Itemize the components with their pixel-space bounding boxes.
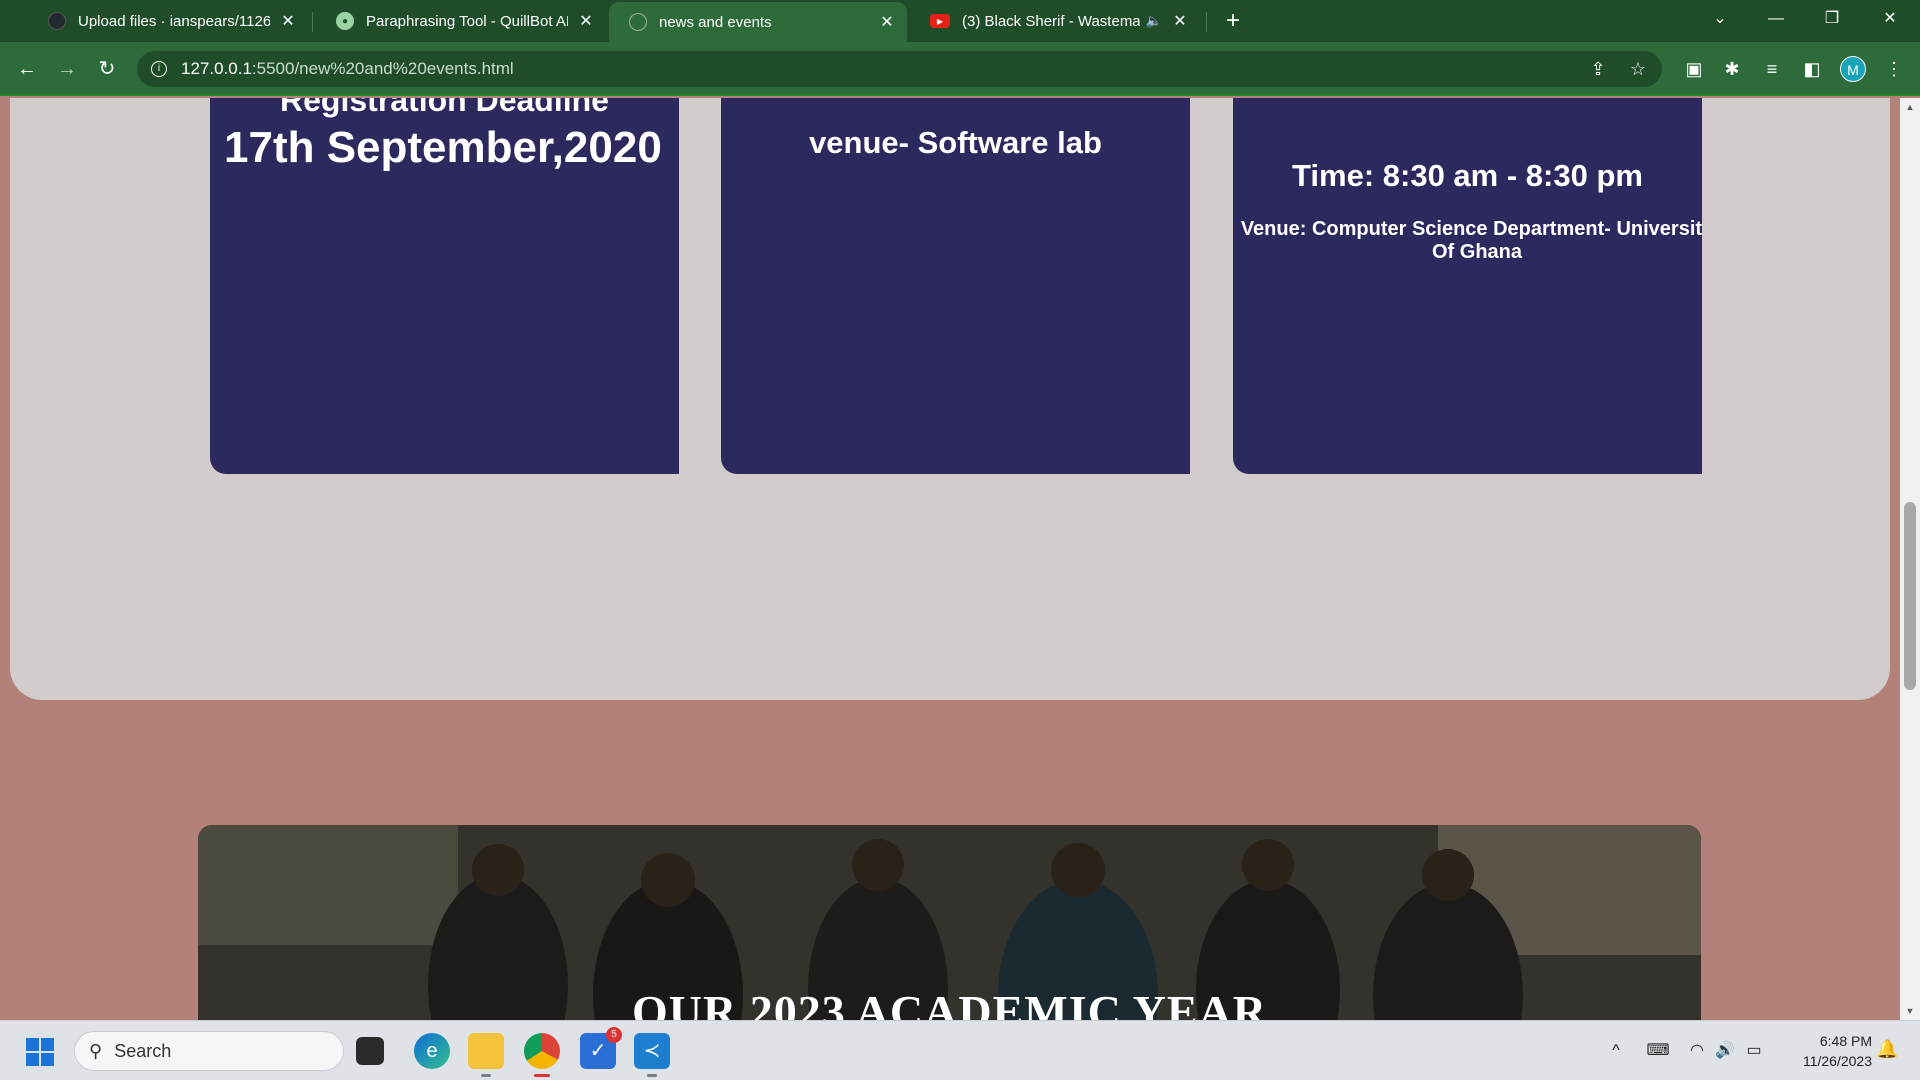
search-placeholder: Search	[114, 1040, 172, 1061]
youtube-icon: ▶	[930, 14, 950, 28]
academic-year-banner: OUR 2023 ACADEMIC YEAR	[198, 825, 1701, 1020]
tab-title: Paraphrasing Tool - QuillBot AI	[366, 12, 568, 30]
tab-news-and-events[interactable]: news and events ✕	[609, 2, 907, 42]
close-icon[interactable]: ✕	[278, 11, 298, 31]
quillbot-icon: ●	[336, 12, 354, 30]
new-tab-button[interactable]: +	[1218, 6, 1248, 36]
taskbar-search[interactable]: ⚲ Search	[74, 1031, 344, 1071]
notification-badge: 5	[606, 1027, 622, 1043]
site-info-icon[interactable]: i	[151, 61, 167, 77]
scroll-down-icon[interactable]: ▼	[1900, 1002, 1920, 1020]
tab-title: (3) Black Sherif - Wasteman	[962, 12, 1140, 30]
tab-separator	[312, 12, 313, 32]
extensions-puzzle-icon[interactable]: ✱	[1718, 55, 1746, 83]
battery-icon[interactable]: ▭	[1742, 1039, 1766, 1063]
media-control-icon[interactable]: ≡	[1758, 55, 1786, 83]
chrome-icon[interactable]	[524, 1033, 560, 1077]
url-path: :5500/new%20and%20events.html	[251, 59, 514, 78]
volume-icon[interactable]: 🔊	[1714, 1039, 1736, 1063]
events-panel: Registration Deadline 17th September,202…	[10, 98, 1890, 700]
tab-separator	[1206, 12, 1207, 32]
share-icon[interactable]: ⇪	[1585, 51, 1611, 87]
tab-title: news and events	[659, 13, 772, 31]
close-window-button[interactable]: ✕	[1862, 0, 1918, 40]
scroll-up-icon[interactable]: ▲	[1900, 98, 1920, 116]
tab-youtube[interactable]: ▶ (3) Black Sherif - Wasteman 🔈 ✕	[910, 0, 1200, 42]
venue-text: Venue: Computer Science Department- Univ…	[1240, 218, 1702, 263]
profile-avatar[interactable]: M	[1840, 56, 1866, 82]
keyboard-icon[interactable]: ⌨	[1646, 1039, 1670, 1063]
browser-tab-strip: Upload files · ianspears/1126070 ✕ ● Par…	[0, 0, 1920, 42]
restore-button[interactable]: ❐	[1804, 0, 1860, 40]
close-icon[interactable]: ✕	[576, 11, 596, 31]
taskbar-clock[interactable]: 6:48 PM 11/26/2023	[1782, 1031, 1872, 1071]
tab-search-icon[interactable]: ⌄	[1692, 0, 1748, 40]
task-view-icon[interactable]	[356, 1037, 384, 1065]
minimize-button[interactable]: —	[1748, 0, 1804, 40]
event-card-time-venue: Time: 8:30 am - 8:30 pm Venue: Computer …	[1233, 98, 1702, 474]
notification-bell-icon[interactable]: 🔔	[1876, 1039, 1898, 1060]
scrollbar-thumb[interactable]	[1904, 502, 1916, 690]
bookmark-star-icon[interactable]: ☆	[1625, 51, 1651, 87]
clock-time: 6:48 PM	[1819, 1033, 1872, 1049]
windows-start-icon[interactable]	[26, 1038, 54, 1066]
edge-icon[interactable]: e	[414, 1033, 450, 1069]
deadline-date: 17th September,2020	[224, 123, 662, 172]
forward-button[interactable]: →	[52, 54, 82, 84]
menu-kebab-icon[interactable]: ⋮	[1880, 55, 1908, 83]
time-text: Time: 8:30 am - 8:30 pm	[1292, 158, 1643, 193]
close-icon[interactable]: ✕	[1170, 11, 1190, 31]
side-panel-icon[interactable]: ◧	[1798, 55, 1826, 83]
clock-date: 11/26/2023	[1802, 1053, 1872, 1069]
browser-toolbar: ← → ↻ i 127.0.0.1:5500/new%20and%20event…	[0, 42, 1920, 96]
address-bar[interactable]: i 127.0.0.1:5500/new%20and%20events.html…	[137, 51, 1662, 87]
wifi-icon[interactable]: ◠	[1686, 1039, 1708, 1063]
globe-icon	[629, 13, 647, 31]
banner-title: OUR 2023 ACADEMIC YEAR	[632, 986, 1267, 1020]
search-icon: ⚲	[89, 1040, 103, 1061]
todo-icon[interactable]: ✓ 5	[580, 1027, 622, 1069]
reload-button[interactable]: ↻	[92, 54, 122, 84]
event-card-registration: Registration Deadline 17th September,202…	[210, 98, 679, 474]
venue-text: venue- Software lab	[809, 125, 1102, 160]
url-host: 127.0.0.1	[181, 59, 252, 78]
close-icon[interactable]: ✕	[877, 12, 897, 32]
windows-taskbar: ⚲ Search e ✓ 5 ≺ ^ ⌨ ◠ 🔊 ▭ 6:48 PM 11/26/…	[0, 1020, 1920, 1080]
show-hidden-icons-chevron[interactable]: ^	[1606, 1039, 1626, 1063]
tab-title: Upload files · ianspears/1126070	[78, 12, 270, 30]
github-icon	[48, 12, 66, 30]
page-scrollbar[interactable]: ▲ ▼	[1900, 98, 1920, 1020]
page-viewport: Registration Deadline 17th September,202…	[0, 98, 1900, 1020]
back-button[interactable]: ←	[12, 54, 42, 84]
lock-extension-icon[interactable]: ▣	[1680, 55, 1708, 83]
vscode-icon[interactable]: ≺	[634, 1033, 670, 1077]
card-heading: Registration Deadline	[280, 98, 609, 118]
tab-upload-files[interactable]: Upload files · ianspears/1126070 ✕	[28, 0, 308, 42]
file-explorer-icon[interactable]	[468, 1033, 504, 1077]
event-card-venue: venue- Software lab	[721, 98, 1190, 474]
tab-quillbot[interactable]: ● Paraphrasing Tool - QuillBot AI ✕	[316, 0, 606, 42]
speaker-icon[interactable]: 🔈	[1146, 13, 1162, 29]
